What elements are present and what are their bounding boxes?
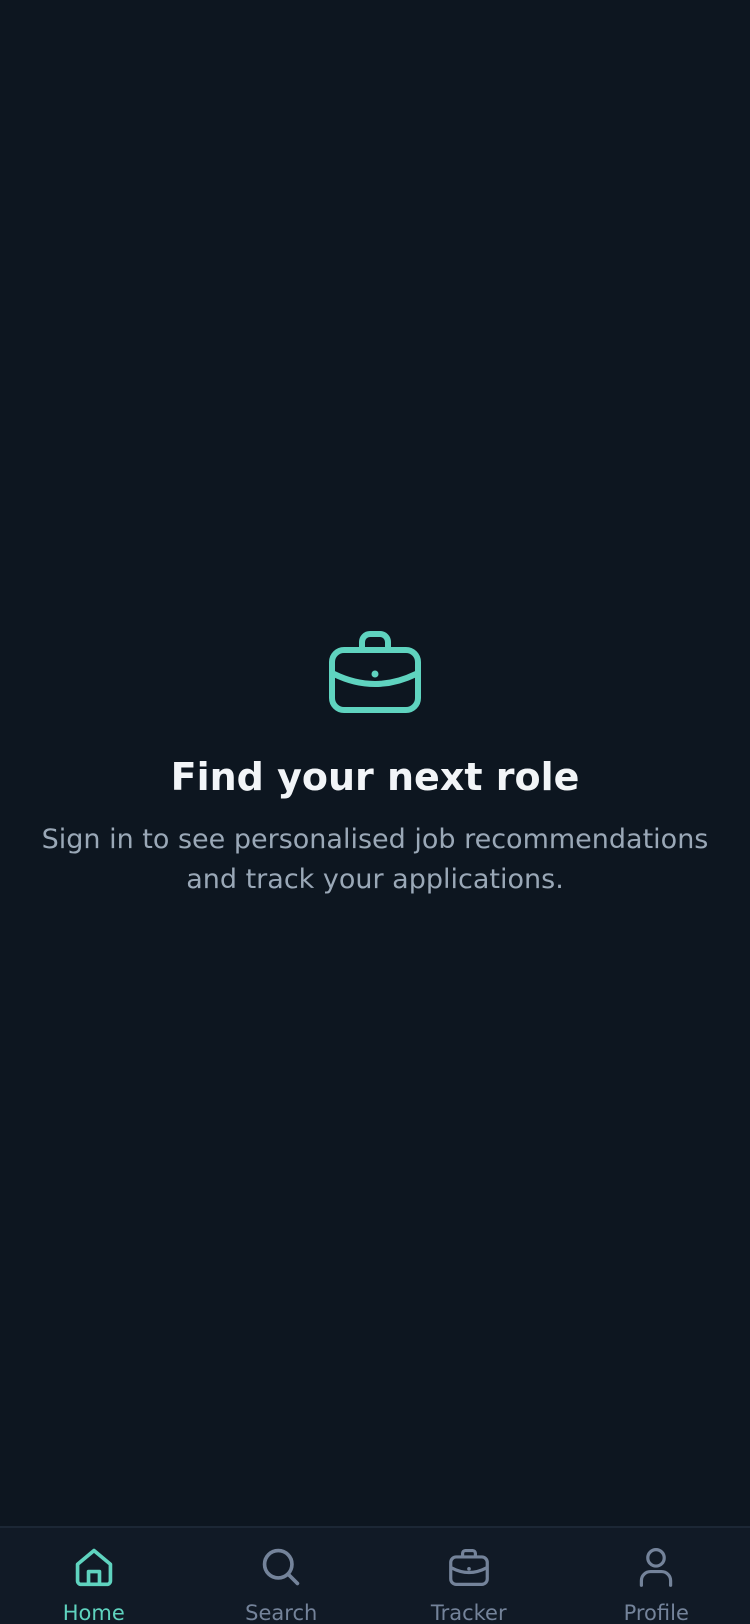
tab-profile-label: Profile bbox=[623, 1601, 689, 1624]
page-subtitle: Sign in to see personalised job recommen… bbox=[41, 824, 709, 895]
briefcase-icon bbox=[329, 631, 421, 713]
tab-tracker[interactable]: Tracker bbox=[375, 1528, 563, 1624]
tab-home-label: Home bbox=[62, 1601, 125, 1624]
page-title: Find your next role bbox=[170, 755, 580, 799]
tab-profile[interactable]: Profile bbox=[563, 1528, 750, 1624]
person-icon bbox=[640, 1548, 673, 1587]
briefcase-icon bbox=[448, 1548, 489, 1586]
search-icon bbox=[262, 1548, 300, 1586]
tab-search-label: Search bbox=[245, 1601, 318, 1624]
tab-home[interactable]: Home bbox=[0, 1528, 188, 1624]
app-screen: Find your next role Sign in to see perso… bbox=[0, 0, 750, 1624]
tab-tracker-label: Tracker bbox=[430, 1601, 507, 1624]
tab-search[interactable]: Search bbox=[188, 1528, 376, 1624]
bottom-tab-bar: Home Search Tracker Profile bbox=[0, 1526, 750, 1624]
home-icon bbox=[75, 1548, 113, 1587]
empty-state: Find your next role Sign in to see perso… bbox=[0, 622, 750, 900]
